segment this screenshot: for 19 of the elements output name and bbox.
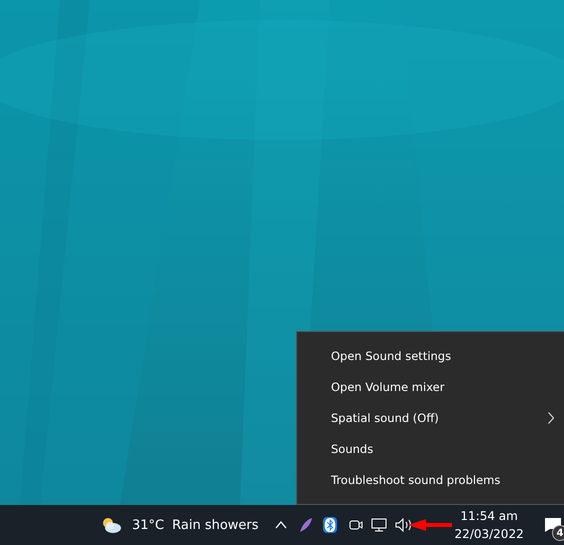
clock-time[interactable]: 11:54 am	[460, 507, 518, 525]
menu-item[interactable]: Sounds	[297, 434, 564, 465]
speaker-icon[interactable]	[394, 518, 413, 532]
weather-text[interactable]: Rain showers	[172, 518, 259, 532]
chevron-up-icon[interactable]	[274, 521, 287, 529]
notification-badge: 4	[552, 525, 564, 541]
menu-item[interactable]: Open Volume mixer	[297, 371, 564, 402]
network-icon[interactable]	[370, 518, 387, 532]
clock-date[interactable]: 22/03/2022	[454, 525, 524, 543]
bluetooth-icon[interactable]	[322, 517, 337, 533]
arrow-annotation	[408, 519, 452, 531]
camera-icon[interactable]	[348, 518, 363, 532]
temperature-text[interactable]: 31°C	[132, 518, 164, 532]
menu-item[interactable]: Spatial sound (Off)	[297, 402, 564, 434]
weather-icon[interactable]	[100, 516, 122, 534]
menu-item[interactable]: Troubleshoot sound problems	[297, 464, 564, 496]
menu-item[interactable]: Open Sound settings	[297, 340, 564, 372]
chevron-right-icon	[548, 412, 554, 424]
feather-icon[interactable]	[298, 517, 313, 533]
